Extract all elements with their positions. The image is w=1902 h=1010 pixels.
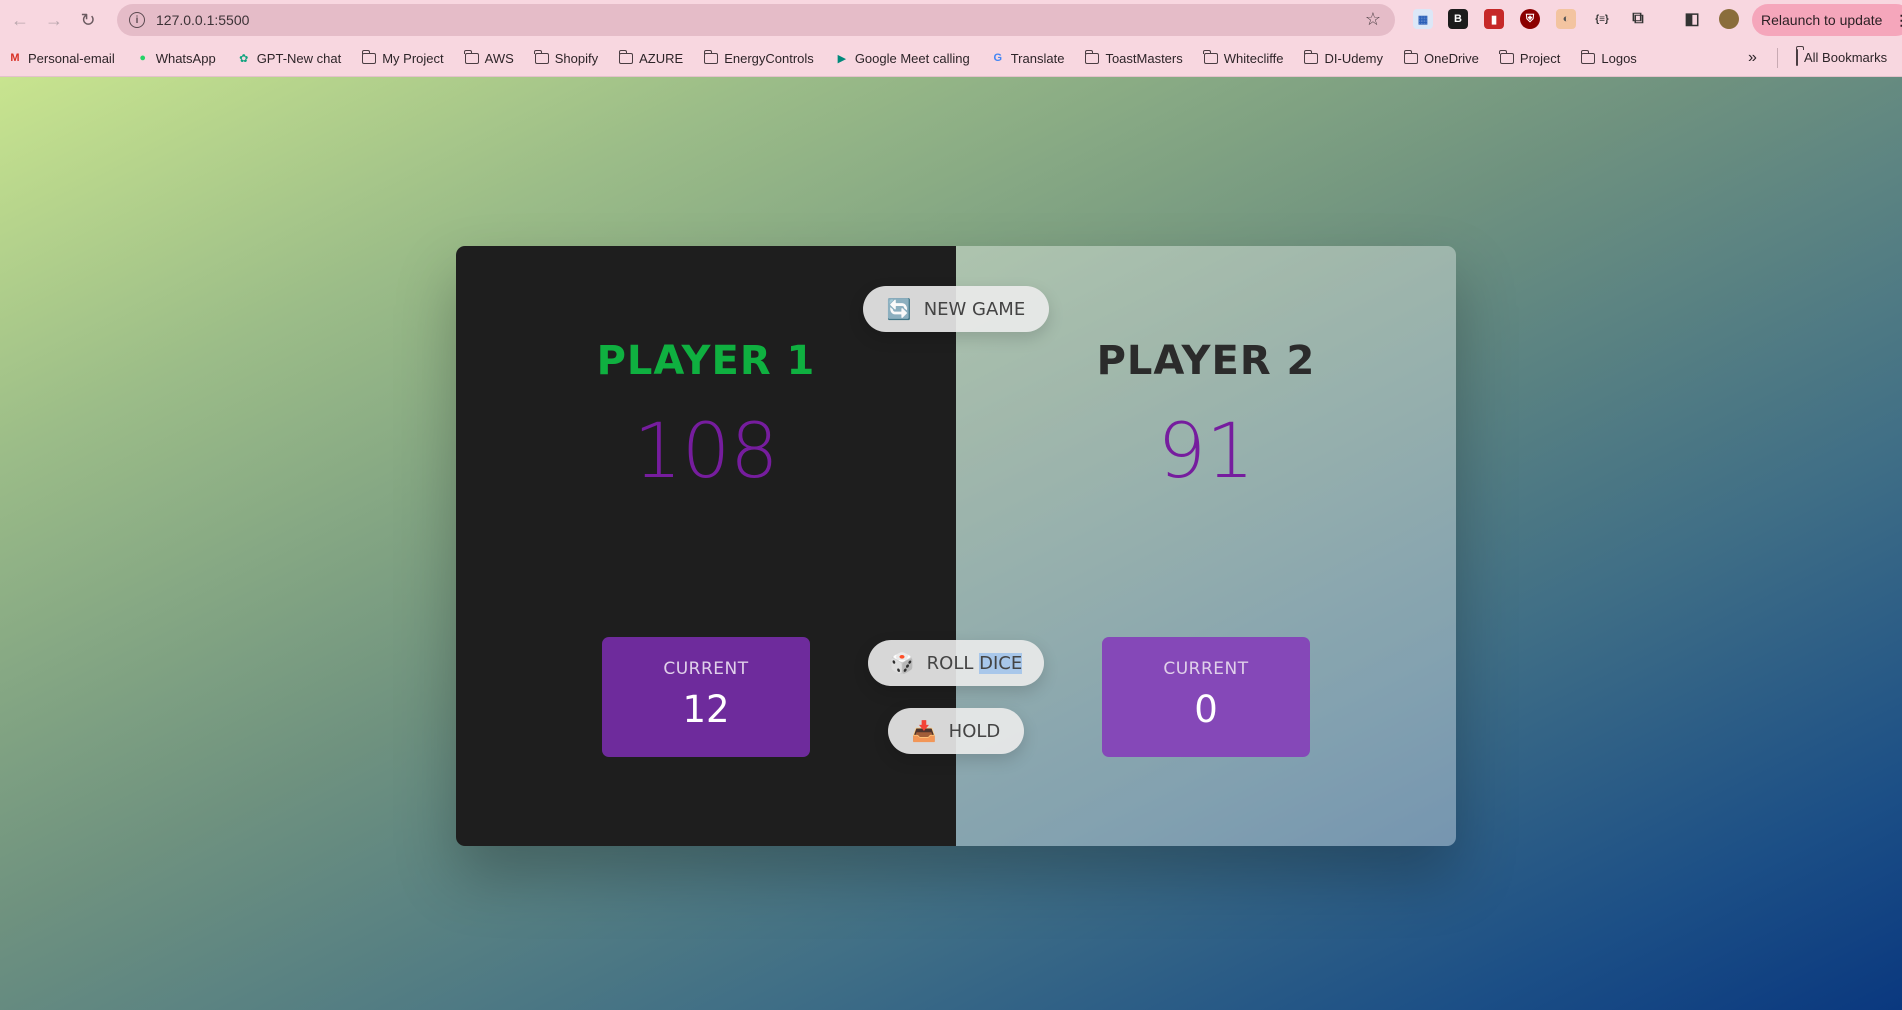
bookmark-label: Shopify [554, 50, 599, 66]
bookmark-logos[interactable]: Logos [1580, 49, 1637, 66]
player-2-current-score: 0 [1194, 688, 1218, 731]
more-bookmarks-chevron-icon[interactable]: » [1748, 49, 1757, 67]
bookmark-star-icon[interactable]: ☆ [1365, 9, 1381, 30]
hold-label: HOLD [948, 720, 1001, 742]
chatgpt-icon: ✿ [239, 52, 249, 65]
dice-icon: 🎲 [889, 651, 915, 675]
inbox-tray-icon: 📥 [911, 719, 937, 743]
calendar-extension-icon[interactable]: ▦ [1413, 9, 1433, 29]
extensions-puzzle-icon[interactable]: ⧉ [1628, 9, 1648, 29]
bookmark-onedrive[interactable]: OneDrive [1403, 49, 1479, 66]
new-game-label: NEW GAME [923, 298, 1026, 320]
player-1-score: 108 [633, 406, 779, 495]
all-bookmarks-label: All Bookmarks [1804, 50, 1888, 65]
bookmark-my-project[interactable]: My Project [361, 49, 444, 66]
bookmark-label: ToastMasters [1105, 50, 1183, 66]
roll-dice-label: ROLL DICE [926, 652, 1023, 674]
book-extension-icon[interactable]: ▮ [1484, 9, 1504, 29]
forward-icon[interactable]: → [40, 6, 68, 34]
bookmark-label: OneDrive [1424, 50, 1479, 66]
folder-icon [1403, 49, 1418, 64]
ublock-extension-icon[interactable]: ⛨ [1520, 9, 1540, 29]
folder-icon [1084, 49, 1100, 64]
whatsapp-icon: ● [139, 52, 147, 64]
game-board: PLAYER 1 108 CURRENT 12 PLAYER 2 91 CURR… [456, 246, 1456, 846]
folder-icon [1499, 49, 1514, 64]
player-1-name: PLAYER 1 [596, 338, 816, 384]
bookmark-label: Whitecliffe [1223, 50, 1284, 66]
all-bookmarks-button[interactable]: All Bookmarks [1796, 49, 1888, 66]
bookmark-label: Project [1519, 50, 1561, 66]
player-1-current-score: 12 [682, 688, 730, 731]
profile-avatar[interactable] [1719, 9, 1739, 29]
roll-dice-button[interactable]: 🎲 ROLL DICE [868, 640, 1044, 686]
folder-icon [618, 49, 634, 64]
refresh-icon: 🔄 [886, 297, 912, 321]
new-game-button[interactable]: 🔄 NEW GAME [863, 286, 1049, 332]
bookmark-translate[interactable]: G Translate [991, 50, 1065, 66]
bookmark-label: AWS [484, 50, 514, 66]
site-info-icon[interactable]: i [129, 12, 145, 28]
json-extension-icon[interactable]: {≡} [1592, 9, 1612, 29]
folder-icon [1796, 49, 1798, 66]
player-1-current-label: CURRENT [663, 659, 749, 679]
address-bar[interactable]: i 127.0.0.1:5500 ☆ [117, 4, 1395, 36]
bookmark-di-udemy[interactable]: DI-Udemy [1303, 49, 1383, 66]
folder-icon [1203, 49, 1218, 64]
player-1-panel: PLAYER 1 108 CURRENT 12 [456, 246, 956, 846]
bookmark-label: EnergyControls [724, 50, 814, 66]
player-1-current-box: CURRENT 12 [602, 637, 810, 757]
bookmark-label: Translate [1010, 50, 1065, 66]
roll-dice-label-part1: ROLL [926, 652, 980, 674]
hold-button[interactable]: 📥 HOLD [888, 708, 1024, 754]
page-background: PLAYER 1 108 CURRENT 12 PLAYER 2 91 CURR… [0, 77, 1902, 1010]
bookmark-label: DI-Udemy [1324, 50, 1383, 66]
gmail-icon: M [10, 52, 20, 64]
player-2-name: PLAYER 2 [1096, 338, 1316, 384]
bookmark-whitecliffe[interactable]: Whitecliffe [1203, 49, 1284, 66]
folder-icon [361, 49, 377, 64]
folder-icon [703, 49, 719, 64]
folder-icon [464, 49, 479, 64]
roll-dice-label-selected-text: DICE [979, 652, 1023, 674]
bookmarks-bar: M Personal-email ● WhatsApp ✿ GPT-New chat … [0, 40, 1902, 77]
google-translate-icon: G [993, 52, 1002, 64]
bookmark-energycontrols[interactable]: EnergyControls [703, 49, 814, 66]
player-2-current-box: CURRENT 0 [1102, 637, 1310, 757]
bookmark-gpt-new-chat[interactable]: ✿ GPT-New chat [237, 50, 342, 66]
folder-icon [534, 49, 549, 64]
player-2-current-label: CURRENT [1163, 659, 1249, 679]
player-2-panel: PLAYER 2 91 CURRENT 0 [956, 246, 1456, 846]
bookmark-azure[interactable]: AZURE [618, 49, 684, 66]
bookmark-google-meet[interactable]: ▶ Google Meet calling [835, 51, 970, 66]
bookmark-label: My Project [382, 50, 444, 66]
bookmark-shopify[interactable]: Shopify [534, 49, 599, 66]
bookmark-toastmasters[interactable]: ToastMasters [1084, 49, 1183, 66]
back-icon[interactable]: ← [6, 6, 34, 34]
bookmark-project[interactable]: Project [1499, 49, 1561, 66]
side-panel-icon[interactable]: ◧ [1682, 9, 1702, 29]
bookmark-personal-email[interactable]: M Personal-email [8, 50, 115, 66]
menu-kebab-icon[interactable]: ⋮ [1894, 12, 1902, 29]
player-2-score: 91 [1157, 406, 1255, 495]
relaunch-button[interactable]: Relaunch to update ⋮ [1752, 4, 1902, 36]
url-text[interactable]: 127.0.0.1:5500 [156, 12, 249, 28]
folder-icon [1303, 49, 1319, 64]
bookmark-aws[interactable]: AWS [464, 49, 514, 66]
browser-toolbar: ← → ↻ i 127.0.0.1:5500 ☆ ▦ B ▮ ⛨ ◐ {≡} ⧉… [0, 0, 1902, 40]
bookmark-label: GPT-New chat [256, 50, 342, 66]
bookmark-label: WhatsApp [155, 50, 216, 66]
bookmark-whatsapp[interactable]: ● WhatsApp [136, 50, 216, 66]
b-extension-icon[interactable]: B [1448, 9, 1468, 29]
colorful-extension-icon[interactable]: ◐ [1556, 9, 1576, 29]
bookmark-label: Google Meet calling [854, 50, 970, 66]
relaunch-label: Relaunch to update [1761, 12, 1883, 28]
google-meet-icon: ▶ [837, 52, 847, 65]
bookmark-label: Logos [1601, 50, 1637, 66]
bookmark-label: AZURE [639, 50, 684, 66]
folder-icon [1580, 49, 1596, 64]
bookmarks-divider [1777, 48, 1778, 68]
bookmark-label: Personal-email [28, 50, 115, 66]
reload-icon[interactable]: ↻ [74, 6, 102, 34]
